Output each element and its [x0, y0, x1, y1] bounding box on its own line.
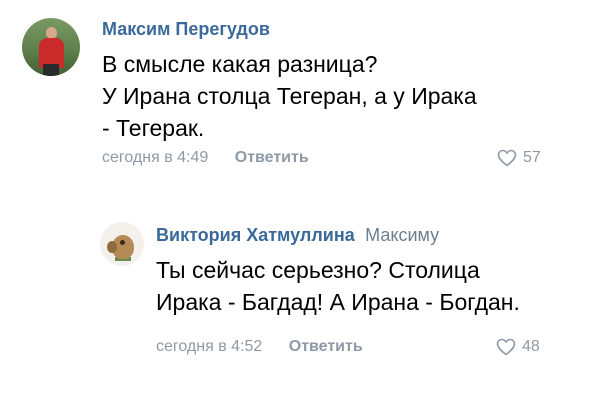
- comment-text: Ты сейчас серьезно? Столица Ирака - Багд…: [156, 254, 520, 318]
- author-row: Максим Перегудов: [102, 18, 477, 42]
- comment-text: В смысле какая разница? У Ирана столца Т…: [102, 48, 477, 144]
- author-row: Виктория Хатмуллина Максиму: [156, 224, 520, 248]
- like-count: 57: [523, 149, 541, 166]
- comment-meta: сегодня в 4:52 Ответить: [156, 338, 363, 356]
- heart-outline-icon: [497, 149, 517, 167]
- reply-button[interactable]: Ответить: [289, 338, 363, 355]
- like-button[interactable]: 48: [496, 338, 540, 356]
- avatar[interactable]: [22, 18, 80, 76]
- comment-text-line: Ты сейчас серьезно? Столица: [156, 257, 480, 283]
- comment-content: Виктория Хатмуллина Максиму Ты сейчас се…: [156, 224, 520, 318]
- comment-text-line: У Ирана столца Тегеран, а у Ирака: [102, 83, 477, 109]
- author-name[interactable]: Виктория Хатмуллина: [156, 225, 355, 245]
- avatar-bird-wing: [107, 241, 117, 253]
- like-button[interactable]: 57: [497, 149, 541, 167]
- comment-content: Максим Перегудов В смысле какая разница?…: [102, 18, 477, 144]
- avatar-bird-eye: [120, 240, 125, 245]
- heart-outline-icon: [496, 338, 516, 356]
- like-count: 48: [522, 338, 540, 355]
- reply-to-link[interactable]: Максиму: [365, 225, 439, 245]
- comment-timestamp[interactable]: сегодня в 4:52: [156, 338, 262, 355]
- comment-meta: сегодня в 4:49 Ответить: [102, 149, 309, 167]
- comment-timestamp[interactable]: сегодня в 4:49: [102, 149, 208, 166]
- author-name[interactable]: Максим Перегудов: [102, 19, 270, 39]
- comment-text-line: Ирака - Багдад! А Ирана - Богдан.: [156, 289, 520, 315]
- avatar[interactable]: [100, 222, 144, 266]
- comment-text-line: - Тегерак.: [102, 115, 205, 141]
- avatar-figure-legs: [43, 64, 59, 76]
- comment-text-line: В смысле какая разница?: [102, 51, 378, 77]
- reply-button[interactable]: Ответить: [235, 149, 309, 166]
